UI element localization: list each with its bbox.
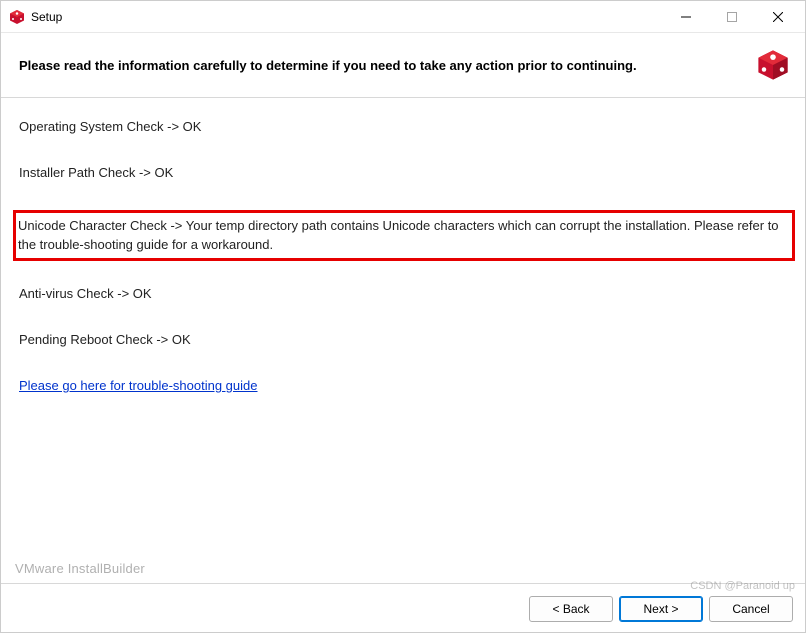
reboot-check-line: Pending Reboot Check -> OK (19, 331, 787, 349)
maximize-button (709, 1, 755, 33)
unicode-check-highlight: Unicode Character Check -> Your temp dir… (13, 210, 795, 260)
content-area: Operating System Check -> OK Installer P… (1, 98, 805, 588)
antivirus-check-line: Anti-virus Check -> OK (19, 285, 787, 303)
footer-separator (1, 583, 805, 584)
installer-path-check-line: Installer Path Check -> OK (19, 164, 787, 182)
header-instruction: Please read the information carefully to… (19, 58, 755, 73)
vendor-label: VMware InstallBuilder (15, 561, 145, 576)
window-title: Setup (31, 10, 62, 24)
next-button[interactable]: Next > (619, 596, 703, 622)
cancel-button[interactable]: Cancel (709, 596, 793, 622)
titlebar: Setup (1, 1, 805, 33)
watermark-text: CSDN @Paranoid up (690, 580, 795, 592)
product-logo-icon (755, 47, 791, 83)
minimize-button[interactable] (663, 1, 709, 33)
close-button[interactable] (755, 1, 801, 33)
app-icon (9, 9, 25, 25)
back-button[interactable]: < Back (529, 596, 613, 622)
os-check-line: Operating System Check -> OK (19, 118, 787, 136)
unicode-check-line: Unicode Character Check -> Your temp dir… (18, 217, 788, 253)
wizard-buttons: < Back Next > Cancel (529, 596, 793, 622)
header-banner: Please read the information carefully to… (1, 33, 805, 98)
troubleshoot-link[interactable]: Please go here for trouble-shooting guid… (19, 378, 258, 393)
